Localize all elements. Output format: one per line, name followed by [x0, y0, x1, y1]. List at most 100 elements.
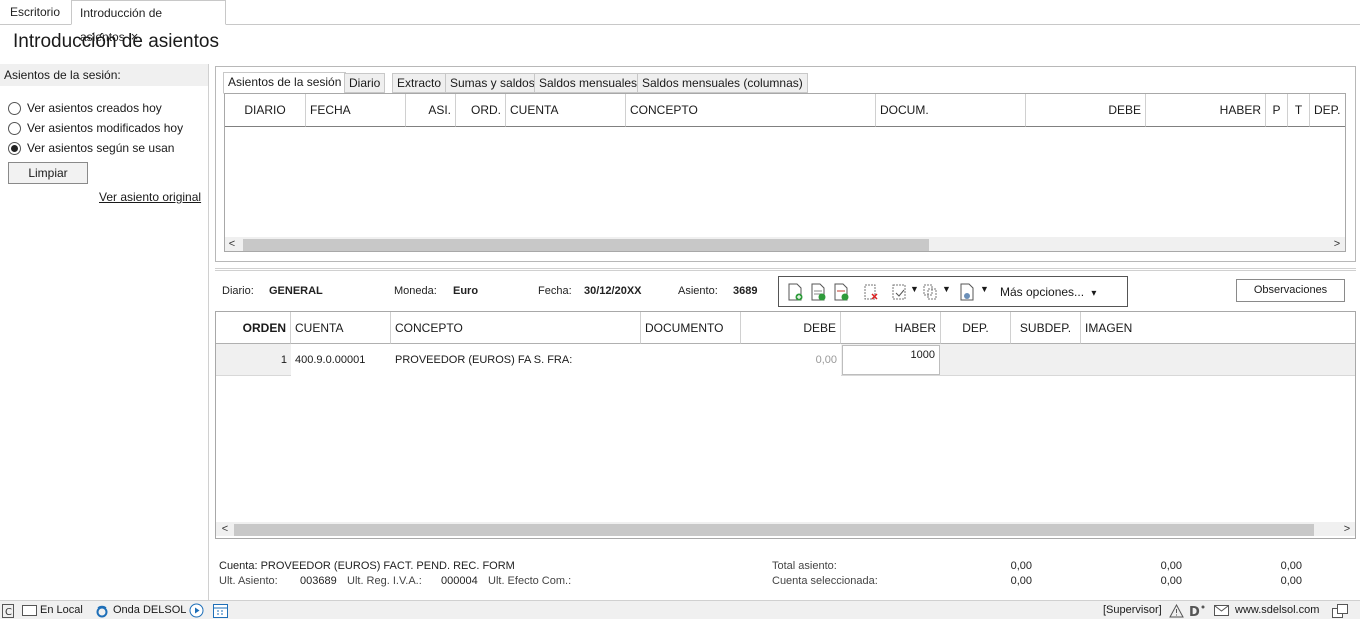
column-header[interactable]: DIARIO: [225, 94, 306, 127]
scrollbar-thumb[interactable]: [243, 239, 929, 251]
radio-selected-icon[interactable]: [8, 141, 21, 155]
insert-line-icon[interactable]: [833, 283, 849, 301]
column-header[interactable]: DEP.: [1310, 94, 1345, 127]
column-header[interactable]: IMAGEN: [1081, 312, 1355, 344]
radio-label: Ver asientos según se usan: [27, 141, 175, 155]
radio-created-today[interactable]: Ver asientos creados hoy: [8, 100, 162, 116]
horizontal-scrollbar[interactable]: < >: [225, 237, 1345, 251]
haber-input[interactable]: 1000: [842, 345, 940, 375]
local-connection[interactable]: En Local: [22, 603, 83, 618]
debe-cell[interactable]: 0,00: [741, 344, 841, 376]
chevron-down-icon[interactable]: ▼: [910, 284, 919, 294]
column-header[interactable]: SUBDEP.: [1011, 312, 1081, 344]
radio-label: Ver asientos modificados hoy: [27, 121, 184, 135]
window-icon[interactable]: [1332, 603, 1348, 618]
onda-delsol[interactable]: Onda DELSOL: [95, 603, 186, 618]
cuenta-cell[interactable]: 400.9.0.00001: [291, 344, 391, 376]
collapse-icon[interactable]: C: [2, 603, 14, 618]
tab-diario[interactable]: Diario: [344, 73, 386, 93]
column-header[interactable]: DEBE: [741, 312, 841, 344]
column-header[interactable]: P: [1266, 94, 1288, 127]
radio-icon[interactable]: [8, 121, 21, 135]
svg-text:D: D: [1189, 605, 1200, 618]
account-description: Cuenta: PROVEEDOR (EUROS) FACT. PEND. RE…: [219, 560, 515, 572]
moneda-label: Moneda:: [394, 285, 437, 297]
new-entry-icon[interactable]: [787, 283, 803, 301]
selected-account-label: Cuenta seleccionada:: [772, 575, 878, 587]
column-header[interactable]: DOCUMENTO: [641, 312, 741, 344]
radio-modified-today[interactable]: Ver asientos modificados hoy: [8, 120, 183, 136]
delete-line-icon[interactable]: [863, 283, 879, 301]
column-header[interactable]: ORD.: [456, 94, 506, 127]
scroll-left-icon[interactable]: <: [218, 522, 232, 536]
scrollbar-thumb[interactable]: [234, 524, 1314, 536]
tab-label: Saldos mensuales (columnas): [642, 76, 803, 90]
column-header[interactable]: HABER: [1146, 94, 1266, 127]
document-options-icon[interactable]: [959, 283, 975, 301]
concepto-cell[interactable]: PROVEEDOR (EUROS) FA S. FRA:: [391, 344, 641, 376]
user-role: [Supervisor]: [1103, 604, 1162, 616]
column-header[interactable]: ORDEN: [216, 312, 291, 344]
column-header[interactable]: DEP.: [941, 312, 1011, 344]
tab-session-entries[interactable]: Asientos de la sesión: [223, 72, 347, 94]
check-options-icon[interactable]: [891, 283, 907, 301]
play-icon[interactable]: [189, 603, 204, 618]
column-header[interactable]: DOCUM.: [876, 94, 1026, 127]
scroll-right-icon[interactable]: >: [1330, 237, 1344, 251]
scroll-left-icon[interactable]: <: [225, 237, 239, 251]
panel-splitter[interactable]: [215, 268, 1356, 271]
tab-sumas-saldos[interactable]: Sumas y saldos: [445, 73, 540, 93]
last-entry-value: 003689: [300, 575, 337, 587]
chevron-down-icon[interactable]: ▼: [942, 284, 951, 294]
copy-options-icon[interactable]: [922, 283, 938, 301]
mail-icon[interactable]: [1214, 603, 1229, 618]
horizontal-scrollbar[interactable]: < >: [216, 522, 1355, 536]
view-original-entry-link[interactable]: Ver asiento original: [99, 190, 201, 204]
column-header[interactable]: CONCEPTO: [626, 94, 876, 127]
warning-icon[interactable]: [1169, 603, 1184, 618]
more-options-menu[interactable]: Más opciones... ▾: [1000, 285, 1096, 299]
tab-escritorio[interactable]: Escritorio: [2, 0, 68, 25]
delsol-d-icon[interactable]: D: [1189, 603, 1207, 618]
column-header[interactable]: FECHA: [306, 94, 406, 127]
entry-lines-grid[interactable]: ORDEN CUENTA CONCEPTO DOCUMENTO DEBE HAB…: [215, 311, 1356, 539]
column-header[interactable]: ASI.: [406, 94, 456, 127]
tab-introduccion-asientos[interactable]: Introducción de asientos ×: [71, 0, 226, 44]
column-header[interactable]: CUENTA: [291, 312, 391, 344]
chevron-down-icon: ▾: [1091, 288, 1097, 299]
last-effect-label: Ult. Efecto Com.:: [488, 575, 572, 587]
tab-label: Extracto: [397, 76, 442, 90]
asiento-label: Asiento:: [678, 285, 718, 297]
calendar-icon[interactable]: [213, 603, 228, 618]
column-header[interactable]: T: [1288, 94, 1310, 127]
document-tab-bar: Escritorio Introducción de asientos ×: [0, 0, 1360, 44]
tab-extracto[interactable]: Extracto: [392, 73, 447, 93]
onda-icon: [96, 605, 108, 617]
column-header[interactable]: CUENTA: [506, 94, 626, 127]
total-value: 0,00: [1160, 560, 1182, 572]
documento-cell[interactable]: [641, 344, 741, 376]
chevron-down-icon[interactable]: ▼: [980, 284, 989, 294]
more-options-label: Más opciones...: [1000, 285, 1085, 299]
tab-label: Diario: [349, 76, 381, 90]
add-line-icon[interactable]: [810, 283, 826, 301]
selected-value: 0,00: [1010, 575, 1032, 587]
table-row[interactable]: 1 400.9.0.00001 PROVEEDOR (EUROS) FA S. …: [216, 344, 1355, 376]
session-entries-grid[interactable]: DIARIO FECHA ASI. ORD. CUENTA CONCEPTO D…: [224, 93, 1346, 252]
scroll-right-icon[interactable]: >: [1340, 522, 1354, 536]
radio-as-used[interactable]: Ver asientos según se usan: [8, 140, 174, 156]
clear-button[interactable]: Limpiar: [8, 162, 88, 184]
column-header[interactable]: CONCEPTO: [391, 312, 641, 344]
orden-cell[interactable]: 1: [216, 344, 291, 376]
selected-value: 0,00: [1160, 575, 1182, 587]
tab-saldos-mensuales-columnas[interactable]: Saldos mensuales (columnas): [637, 73, 808, 93]
column-header[interactable]: DEBE: [1026, 94, 1146, 127]
observations-button[interactable]: Observaciones: [1236, 279, 1345, 302]
column-header[interactable]: HABER: [841, 312, 941, 344]
fecha-label: Fecha:: [538, 285, 572, 297]
website-link[interactable]: www.sdelsol.com: [1235, 603, 1319, 618]
entry-toolbar: ▼ ▼ ▼ Más opciones... ▾: [778, 276, 1128, 307]
tab-saldos-mensuales[interactable]: Saldos mensuales: [534, 73, 643, 93]
radio-icon[interactable]: [8, 101, 21, 115]
panel-header: Asientos de la sesión:: [0, 64, 208, 86]
